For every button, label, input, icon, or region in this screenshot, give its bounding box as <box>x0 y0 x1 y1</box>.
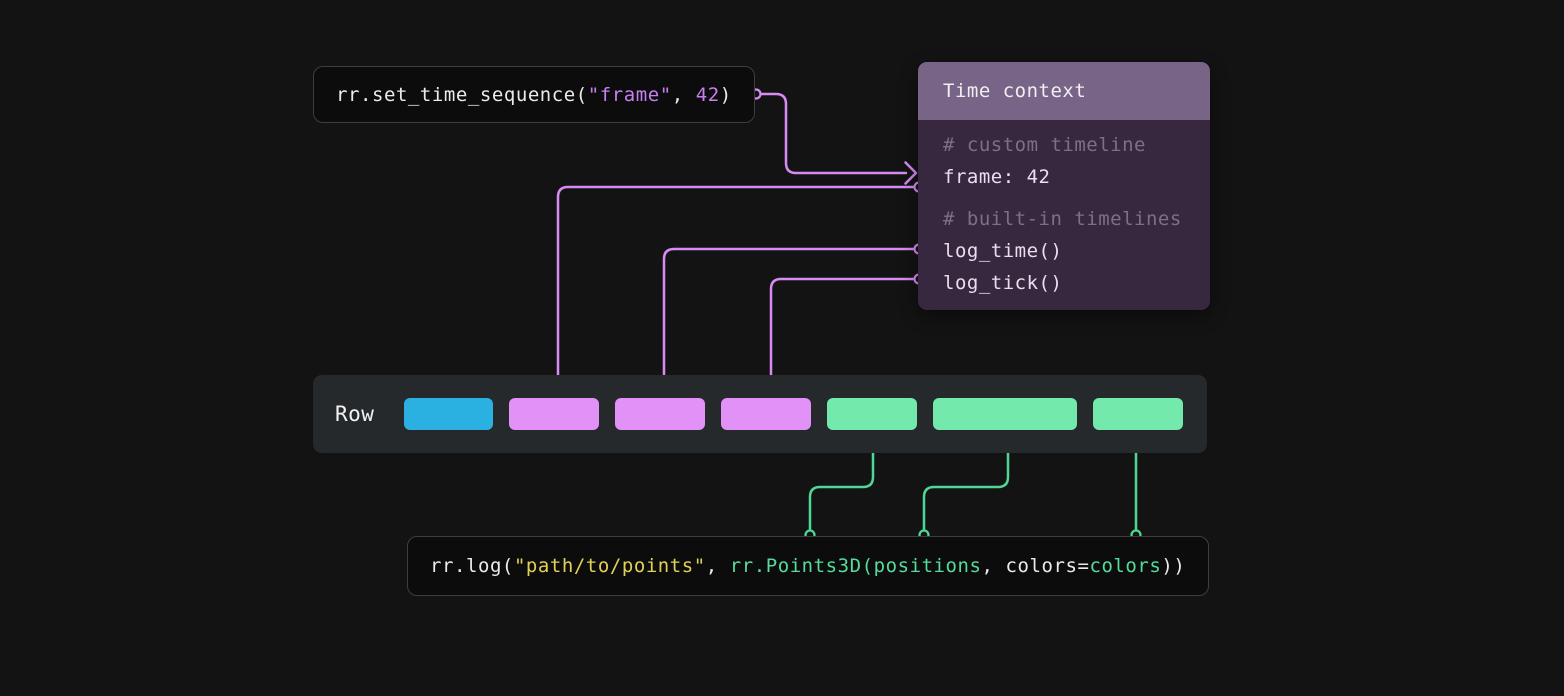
code-token: colors= <box>1006 555 1090 577</box>
code-token: 42 <box>696 84 720 106</box>
code-token: , <box>982 555 1006 577</box>
row-block-purple <box>721 398 811 430</box>
row-block-green <box>933 398 1077 430</box>
row-block-purple <box>509 398 599 430</box>
row-label: Row <box>335 402 404 426</box>
arrow-set-time-to-frame <box>761 94 907 173</box>
row-block-purple <box>615 398 705 430</box>
log-code: rr.log("path/to/points", rr.Points3D(pos… <box>430 555 1185 577</box>
panel-line: log_time() <box>943 235 1210 267</box>
code-token: rr.set_time_sequence( <box>336 84 588 106</box>
log-code-box: rr.log("path/to/points", rr.Points3D(pos… <box>407 536 1209 596</box>
set-time-code: rr.set_time_sequence("frame", 42) <box>336 84 732 106</box>
panel-line: # built-in timelines <box>943 203 1210 235</box>
timeline-row: Row <box>313 375 1207 453</box>
arrow-log-tick-to-block <box>771 279 914 390</box>
code-token: , <box>706 555 730 577</box>
code-token: "path/to/points" <box>514 555 706 577</box>
code-token: rr.Points3D(positions <box>730 555 982 577</box>
row-block-blue <box>404 398 493 430</box>
arrowhead-right-icon <box>906 163 917 184</box>
code-token: , <box>672 84 696 106</box>
code-token: rr.log( <box>430 555 514 577</box>
arrow-frame-to-block <box>558 187 914 390</box>
time-context-body: # custom timelineframe: 42 # built-in tim… <box>918 120 1210 299</box>
arrow-log-time-to-block <box>664 249 914 390</box>
time-context-header: Time context <box>918 62 1210 120</box>
diagram-canvas: rr.set_time_sequence("frame", 42) Time c… <box>0 0 1564 696</box>
panel-line: frame: 42 <box>943 161 1210 193</box>
panel-line: # custom timeline <box>943 129 1210 161</box>
time-context-panel: Time context # custom timelineframe: 42#… <box>918 62 1210 310</box>
panel-title: Time context <box>943 80 1086 102</box>
set-time-code-box: rr.set_time_sequence("frame", 42) <box>313 66 755 123</box>
code-token: "frame" <box>588 84 672 106</box>
row-block-green <box>1093 398 1183 430</box>
panel-line: log_tick() <box>943 267 1210 299</box>
code-token: colors <box>1089 555 1161 577</box>
code-token: )) <box>1161 555 1185 577</box>
row-blocks <box>404 398 1183 430</box>
code-token: ) <box>720 84 732 106</box>
row-block-green <box>827 398 917 430</box>
